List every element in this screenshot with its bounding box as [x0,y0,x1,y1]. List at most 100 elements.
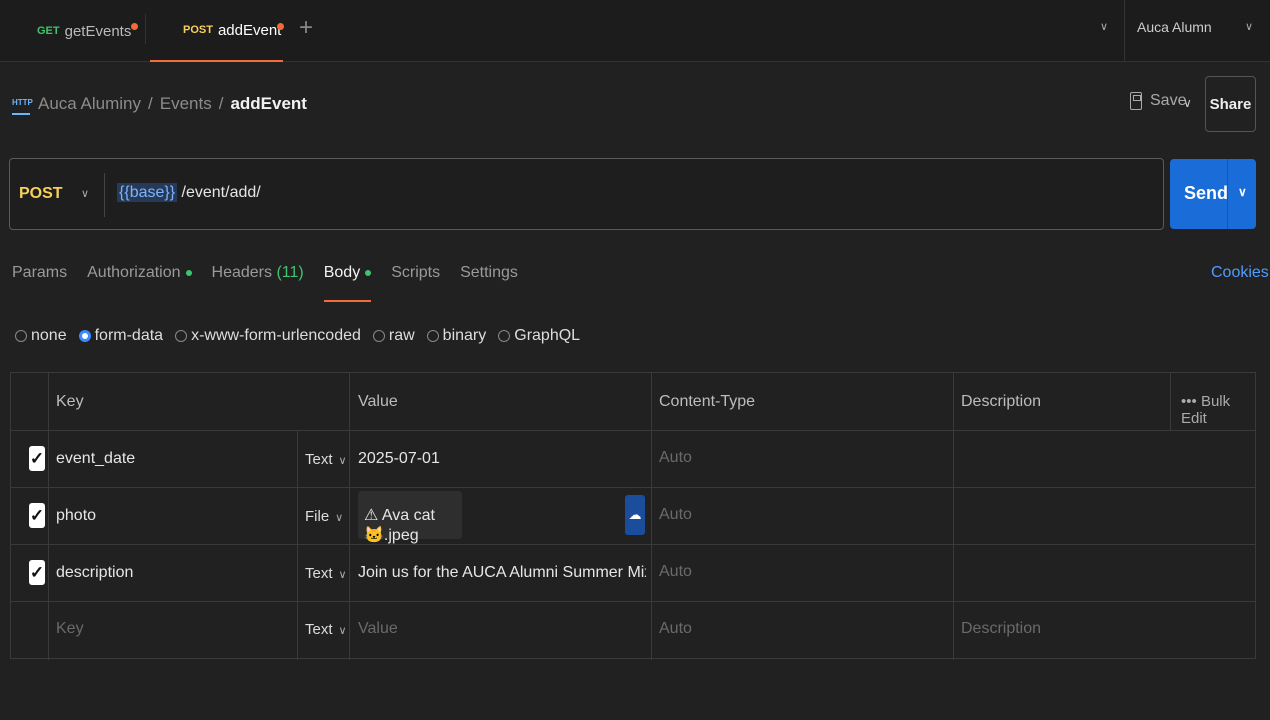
env-divider [1124,0,1125,62]
new-tab-plus-icon[interactable]: + [299,14,313,42]
radio-label: x-www-form-urlencoded [191,327,361,344]
row-divider [11,544,1255,545]
url-divider [104,173,105,217]
row-type-label: Text [305,451,333,468]
send-label: Send [1184,183,1229,203]
radio-icon [426,330,439,342]
file-chip[interactable]: ⚠ Ava cat 🐱.jpeg [358,491,462,544]
row-key[interactable]: description [56,564,133,582]
cookies-link[interactable]: Cookies [1211,264,1269,282]
radio-selected-icon [78,330,91,342]
new-content-type[interactable]: Auto [659,620,692,638]
breadcrumb-separator: / [218,94,224,113]
row-checkbox[interactable]: ✓ [29,446,45,471]
unsaved-dot-icon [277,23,284,30]
row-type-label: File [305,508,330,525]
column-divider [1170,373,1171,430]
send-divider [1227,159,1228,229]
row-content-type[interactable]: Auto [659,563,692,581]
row-type-label: Text [305,621,333,638]
url-path: /event/add/ [181,184,261,201]
chevron-down-icon: ∨ [338,625,347,637]
radio-icon [372,330,385,342]
tab-params[interactable]: Params [12,264,67,302]
row-checkbox[interactable]: ✓ [29,503,45,528]
row-type-selector[interactable]: Text ∨ [305,451,347,468]
row-checkbox[interactable]: ✓ [29,560,45,585]
radio-binary[interactable]: binary [426,327,486,345]
row-type-selector[interactable]: Text ∨ [305,565,347,582]
bulk-edit-button[interactable]: ••• Bulk Edit [1181,393,1255,427]
save-label: Save [1150,92,1187,109]
row-type-selector[interactable]: File ∨ [305,508,343,525]
send-button[interactable]: Send ∨ [1170,159,1256,229]
send-dropdown-chevron-icon[interactable]: ∨ [1238,185,1247,199]
header-key: Key [56,393,84,410]
column-divider [953,373,954,660]
url-bar: POST ∨ {{base}} /event/add/ [9,158,1164,230]
unsaved-dot-icon [131,23,138,30]
request-name[interactable]: addEvent [230,94,307,114]
row-key[interactable]: event_date [56,450,135,468]
tab-headers[interactable]: Headers (11) [212,264,304,302]
upload-cloud-icon[interactable]: ☁ [625,495,645,535]
http-icon: HTTP [12,93,33,115]
tab-body-label: Body [323,264,361,281]
tab-body[interactable]: Body [323,264,372,302]
breadcrumb-folder[interactable]: Events [160,94,212,114]
tab-authorization-label: Authorization [87,264,181,281]
header-content-type: Content-Type [659,393,756,410]
radio-x-www-form-urlencoded[interactable]: x-www-form-urlencoded [175,327,361,345]
more-dots-icon: ••• [1181,393,1197,410]
tab-label: addEvent [217,21,282,39]
tab-scripts[interactable]: Scripts [391,264,440,302]
radio-none[interactable]: none [15,327,67,345]
row-divider [11,601,1255,602]
row-key[interactable]: photo [56,507,96,525]
radio-icon [498,330,511,342]
breadcrumb: Auca Aluminy / Events / addEvent [38,94,307,114]
status-dot-icon [365,269,372,276]
save-icon [1130,92,1142,110]
radio-icon [175,330,188,342]
header-value: Value [358,393,398,410]
row-content-type[interactable]: Auto [659,506,692,524]
chevron-down-icon: ∨ [338,569,347,581]
method-chevron-icon[interactable]: ∨ [81,187,89,200]
share-button[interactable]: Share [1205,76,1256,132]
breadcrumb-separator: / [148,94,153,113]
row-content-type[interactable]: Auto [659,449,692,467]
radio-form-data[interactable]: form-data [78,327,164,345]
radio-label: none [31,327,67,344]
method-selector[interactable]: POST [19,185,63,203]
save-button[interactable]: Save [1130,92,1186,110]
radio-graphql[interactable]: GraphQL [498,327,580,345]
new-value-input[interactable]: Value [358,620,398,638]
environment-chevron-icon[interactable]: ∨ [1245,20,1253,33]
new-type-selector[interactable]: Text ∨ [305,621,347,638]
tab-get-events[interactable]: GET getEvents [37,0,147,62]
row-type-label: Text [305,565,333,582]
row-value[interactable]: 2025-07-01 [358,450,440,468]
radio-label: form-data [94,327,164,344]
tab-add-event[interactable]: POST addEvent [150,0,284,62]
row-value[interactable]: Join us for the AUCA Alumni Summer Mixer… [358,564,646,582]
column-divider [349,373,350,660]
header-description: Description [961,393,1042,410]
save-dropdown-chevron-icon[interactable]: ∨ [1183,96,1192,110]
tab-authorization[interactable]: Authorization [87,264,192,302]
new-description-input[interactable]: Description [961,620,1041,638]
tab-settings[interactable]: Settings [460,264,518,302]
column-divider [651,373,652,660]
headers-count: (11) [276,264,304,281]
breadcrumb-collection[interactable]: Auca Aluminy [38,94,141,114]
tab-method: GET [37,25,60,37]
column-divider [48,373,49,660]
radio-raw[interactable]: raw [372,327,415,345]
url-input[interactable]: {{base}} /event/add/ [117,183,261,202]
tabs-dropdown-chevron-icon[interactable]: ∨ [1100,20,1108,33]
new-key-input[interactable]: Key [56,620,84,638]
environment-selector[interactable]: Auca Alumn [1137,19,1212,35]
tab-headers-label: Headers [211,264,272,281]
radio-icon [15,330,27,342]
